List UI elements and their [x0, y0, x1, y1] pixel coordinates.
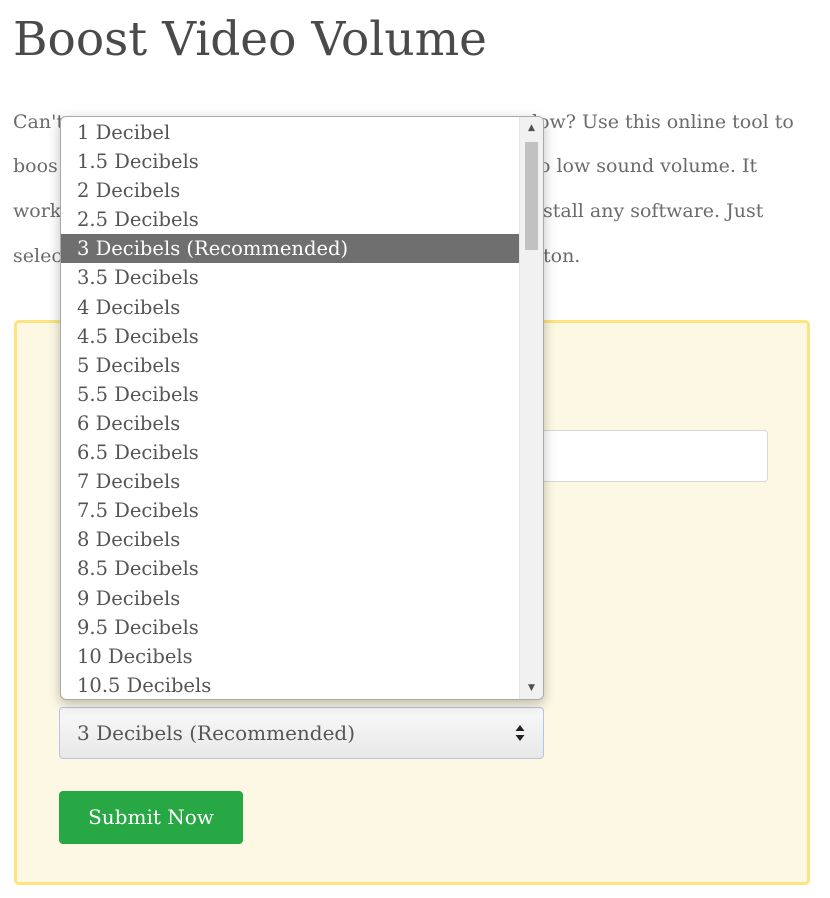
dropdown-option[interactable]: 1 Decibel: [61, 118, 520, 147]
dropdown-option[interactable]: 5.5 Decibels: [61, 380, 520, 409]
up-down-arrows-icon: [515, 724, 525, 742]
intro-line-right: stall any software. Just: [543, 200, 764, 222]
intro-line-left: selec: [13, 245, 62, 267]
scrollbar[interactable]: ▲ ▼: [519, 117, 543, 699]
triangle-up-icon[interactable]: ▲: [520, 119, 543, 137]
triangle-down-icon[interactable]: ▼: [520, 679, 543, 697]
dropdown-option[interactable]: 7 Decibels: [61, 467, 520, 496]
dropdown-option[interactable]: 4 Decibels: [61, 293, 520, 322]
dropdown-option[interactable]: 6 Decibels: [61, 409, 520, 438]
dropdown-option[interactable]: 2 Decibels: [61, 176, 520, 205]
dropdown-option[interactable]: 7.5 Decibels: [61, 496, 520, 525]
dropdown-option[interactable]: 10 Decibels: [61, 642, 520, 671]
dropdown-option[interactable]: 2.5 Decibels: [61, 205, 520, 234]
volume-select-value: 3 Decibels (Recommended): [77, 721, 356, 745]
dropdown-option[interactable]: 9 Decibels: [61, 584, 520, 613]
volume-dropdown-list[interactable]: 1 Decibel 1.5 Decibels 2 Decibels 2.5 Decib…: [60, 116, 544, 700]
dropdown-option[interactable]: 6.5 Decibels: [61, 438, 520, 467]
volume-select[interactable]: 3 Decibels (Recommended): [59, 707, 544, 759]
dropdown-option[interactable]: 8.5 Decibels: [61, 554, 520, 583]
options-list: 1 Decibel 1.5 Decibels 2 Decibels 2.5 Decib…: [61, 118, 520, 699]
intro-line-left: Can't: [13, 111, 64, 133]
dropdown-option[interactable]: 3.5 Decibels: [61, 263, 520, 292]
dropdown-option[interactable]: 5 Decibels: [61, 351, 520, 380]
dropdown-option[interactable]: 1.5 Decibels: [61, 147, 520, 176]
dropdown-option[interactable]: 3 Decibels (Recommended): [61, 234, 520, 264]
scroll-thumb[interactable]: [525, 142, 538, 250]
intro-line-right: low? Use this online tool to: [532, 111, 794, 133]
page: Boost Video Volume Can't low? Use this o…: [0, 0, 830, 898]
dropdown-option[interactable]: 10.5 Decibels: [61, 671, 520, 699]
intro-line-left: boos: [13, 155, 58, 177]
intro-line-right: o low sound volume. It: [539, 155, 758, 177]
file-input[interactable]: [542, 430, 768, 482]
submit-button[interactable]: Submit Now: [59, 791, 243, 844]
dropdown-option[interactable]: 9.5 Decibels: [61, 613, 520, 642]
page-title: Boost Video Volume: [13, 12, 487, 67]
intro-line-right: ton.: [543, 245, 581, 267]
dropdown-option[interactable]: 4.5 Decibels: [61, 322, 520, 351]
dropdown-option[interactable]: 8 Decibels: [61, 525, 520, 554]
intro-line-left: work: [13, 200, 62, 222]
